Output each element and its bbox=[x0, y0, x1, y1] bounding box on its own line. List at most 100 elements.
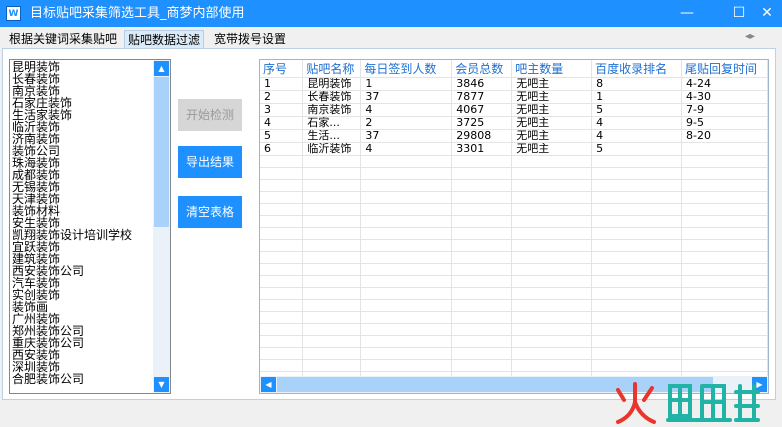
table-cell: 37 bbox=[360, 129, 453, 143]
empty-cell bbox=[681, 179, 768, 192]
table-cell: 无吧主 bbox=[511, 116, 593, 130]
column-header[interactable]: 序号 bbox=[260, 60, 304, 78]
empty-cell bbox=[360, 191, 453, 204]
column-header[interactable]: 每日签到人数 bbox=[360, 60, 453, 78]
empty-cell bbox=[511, 179, 593, 192]
empty-cell bbox=[360, 275, 453, 288]
empty-cell bbox=[360, 239, 453, 252]
empty-cell bbox=[511, 251, 593, 264]
empty-cell bbox=[451, 155, 513, 168]
column-header[interactable]: 百度收录排名 bbox=[591, 60, 683, 78]
empty-cell bbox=[260, 323, 304, 336]
empty-row bbox=[260, 191, 768, 204]
table-cell: 7-9 bbox=[681, 103, 768, 117]
table-row[interactable]: 1 昆明装饰 1 3846 无吧主 8 4-24 bbox=[260, 77, 768, 91]
empty-cell bbox=[591, 227, 683, 240]
empty-cell bbox=[260, 215, 304, 228]
empty-cell bbox=[681, 203, 768, 216]
empty-cell bbox=[451, 311, 513, 324]
empty-cell bbox=[511, 215, 593, 228]
tab-collect-by-keyword[interactable]: 根据关键词采集贴吧 bbox=[6, 30, 120, 48]
tab-data-filter[interactable]: 贴吧数据过滤 bbox=[124, 30, 205, 49]
empty-cell bbox=[302, 191, 362, 204]
empty-cell bbox=[302, 311, 362, 324]
empty-cell bbox=[260, 299, 304, 312]
table-cell: 石家... bbox=[302, 116, 362, 130]
empty-cell bbox=[360, 347, 453, 360]
empty-cell bbox=[591, 347, 683, 360]
column-header[interactable]: 会员总数 bbox=[451, 60, 513, 78]
column-header[interactable]: 尾贴回复时间 bbox=[681, 60, 768, 78]
column-header[interactable]: 贴吧名称 bbox=[302, 60, 362, 78]
table-cell: 3725 bbox=[451, 116, 513, 130]
empty-cell bbox=[260, 239, 304, 252]
empty-cell bbox=[302, 179, 362, 192]
empty-cell bbox=[260, 335, 304, 348]
table-cell: 生活... bbox=[302, 129, 362, 143]
empty-cell bbox=[591, 323, 683, 336]
table-row[interactable]: 5 生活... 37 29808 无吧主 4 8-20 bbox=[260, 129, 768, 143]
empty-cell bbox=[511, 275, 593, 288]
tab-scroll-arrows-icon[interactable]: ◂▸ bbox=[745, 31, 755, 42]
empty-cell bbox=[511, 167, 593, 180]
empty-cell bbox=[681, 275, 768, 288]
list-vertical-scrollbar[interactable]: ▲ ▼ bbox=[153, 60, 170, 393]
scroll-up-icon[interactable]: ▲ bbox=[154, 61, 169, 76]
tieba-listbox[interactable]: 昆明装饰 长春装饰 南京装饰 石家庄装饰 生活家装饰 临沂装饰 济南装饰 装饰公司 珠海装饰 成都… bbox=[9, 59, 171, 394]
empty-row bbox=[260, 167, 768, 180]
empty-cell bbox=[511, 155, 593, 168]
empty-cell bbox=[260, 359, 304, 372]
empty-cell bbox=[302, 335, 362, 348]
table-cell: 4-30 bbox=[681, 90, 768, 104]
empty-cell bbox=[360, 203, 453, 216]
empty-cell bbox=[681, 347, 768, 360]
empty-row bbox=[260, 263, 768, 276]
app-icon: W bbox=[6, 6, 21, 21]
column-header[interactable]: 吧主数量 bbox=[511, 60, 593, 78]
empty-row bbox=[260, 227, 768, 240]
table-cell: 9-5 bbox=[681, 116, 768, 130]
table-cell: 临沂装饰 bbox=[302, 142, 362, 156]
table-cell: 5 bbox=[591, 103, 683, 117]
empty-cell bbox=[681, 215, 768, 228]
table-row[interactable]: 2 长春装饰 37 7877 无吧主 1 4-30 bbox=[260, 90, 768, 104]
empty-cell bbox=[681, 359, 768, 372]
table-cell: 2 bbox=[360, 116, 453, 130]
empty-cell bbox=[681, 155, 768, 168]
empty-cell bbox=[451, 347, 513, 360]
empty-cell bbox=[681, 239, 768, 252]
table-cell: 5 bbox=[591, 142, 683, 156]
table-row[interactable]: 4 石家... 2 3725 无吧主 4 9-5 bbox=[260, 116, 768, 130]
empty-cell bbox=[451, 167, 513, 180]
tab-dialup-settings[interactable]: 宽带拨号设置 bbox=[211, 30, 289, 48]
empty-cell bbox=[681, 287, 768, 300]
empty-cell bbox=[511, 299, 593, 312]
empty-cell bbox=[302, 167, 362, 180]
empty-cell bbox=[591, 239, 683, 252]
empty-cell bbox=[302, 251, 362, 264]
close-button[interactable]: ✕ bbox=[748, 0, 782, 27]
empty-cell bbox=[681, 323, 768, 336]
scroll-thumb[interactable] bbox=[154, 77, 169, 227]
list-item[interactable]: 合肥装饰公司 bbox=[11, 373, 153, 385]
empty-cell bbox=[511, 227, 593, 240]
empty-cell bbox=[681, 299, 768, 312]
start-check-button[interactable]: 开始检测 bbox=[178, 99, 242, 131]
table-row[interactable]: 6 临沂装饰 4 3301 无吧主 5 bbox=[260, 142, 768, 156]
scroll-left-icon[interactable]: ◀ bbox=[261, 377, 276, 392]
empty-cell bbox=[360, 179, 453, 192]
table-cell: 4-24 bbox=[681, 77, 768, 91]
empty-row bbox=[260, 359, 768, 372]
empty-cell bbox=[451, 323, 513, 336]
results-grid[interactable]: 序号 贴吧名称 每日签到人数 会员总数 吧主数量 百度收录排名 尾贴回复时间 1… bbox=[259, 59, 769, 394]
clear-table-button[interactable]: 清空表格 bbox=[178, 196, 242, 228]
empty-cell bbox=[360, 155, 453, 168]
empty-cell bbox=[451, 203, 513, 216]
table-row[interactable]: 3 南京装饰 4 4067 无吧主 5 7-9 bbox=[260, 103, 768, 117]
export-results-button[interactable]: 导出结果 bbox=[178, 146, 242, 178]
empty-cell bbox=[451, 299, 513, 312]
empty-cell bbox=[260, 203, 304, 216]
minimize-button[interactable]: — bbox=[668, 0, 706, 27]
table-cell: 4 bbox=[260, 116, 304, 130]
scroll-down-icon[interactable]: ▼ bbox=[154, 377, 169, 392]
